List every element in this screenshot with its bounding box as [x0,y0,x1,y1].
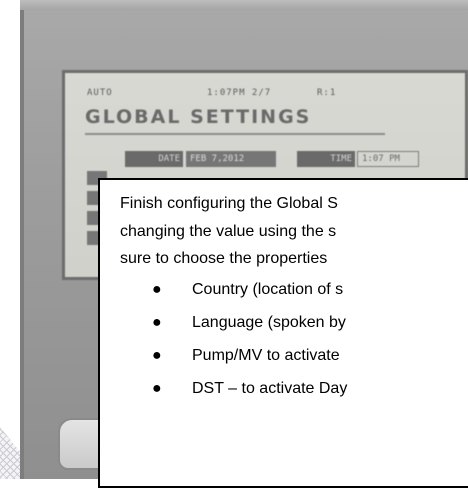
bullet-icon: ● [152,280,162,298]
time-field[interactable]: 1:07 PM [357,151,419,167]
callout-line: sure to choose the properties [120,250,328,267]
lcd-mode: AUTO [87,88,113,98]
lcd-title: GLOBAL SETTINGS [85,106,312,128]
bullet-icon: ● [152,379,162,397]
callout-line: changing the value using the s [120,222,337,240]
casing-rim [20,0,468,10]
instruction-callout: Finish configuring the Global S changing… [98,178,468,488]
lcd-divider [85,133,385,135]
date-label: DATE [125,151,183,167]
list-item: ● Country (location of s [120,273,468,306]
callout-line: Finish configuring the Global S [120,195,338,212]
list-item-text: Pump/MV to activate [192,346,340,364]
time-label: TIME [297,151,355,167]
list-item: ● Language (spoken by [120,306,468,339]
list-item-text: Country (location of s [192,280,344,298]
list-item: ● DST – to activate Day [120,372,468,405]
date-field[interactable]: FEB 7,2012 [186,151,276,167]
bullet-icon: ● [152,313,162,331]
lcd-clock: 1:07PM 2/7 [207,88,272,98]
list-item: ● Pump/MV to activate [120,339,468,372]
property-list: ● Country (location of s ● Language (spoke… [120,273,468,405]
bullet-icon: ● [152,346,162,364]
list-item-text: Language (spoken by [192,313,346,331]
list-item-text: DST – to activate Day [192,379,348,397]
lcd-r-indicator: R:1 [317,88,337,98]
